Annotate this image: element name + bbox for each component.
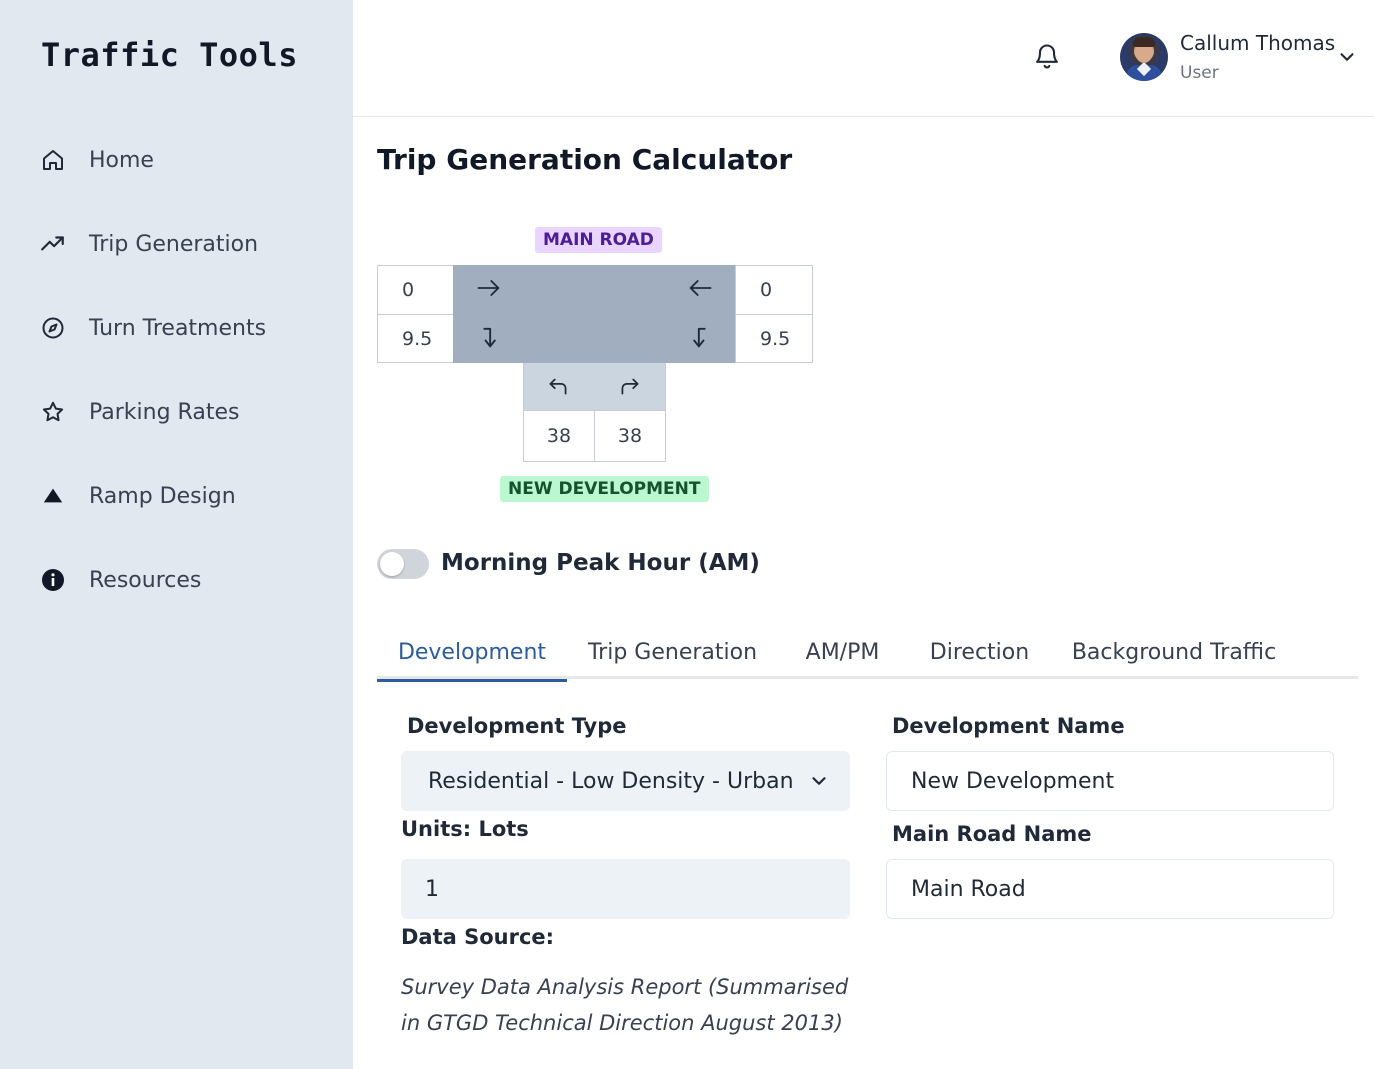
stem-left-cell: 38: [523, 410, 595, 462]
sidebar-item-trip-generation[interactable]: Trip Generation: [0, 202, 353, 286]
arrow-turn-down-right-icon: [475, 323, 503, 351]
peak-hour-label: Morning Peak Hour (AM): [441, 550, 760, 576]
arrow-turn-down-left-icon: [686, 323, 714, 351]
data-source-text: Survey Data Analysis Report (Summarised …: [401, 975, 849, 1035]
sidebar-item-ramp-design[interactable]: Ramp Design: [0, 454, 353, 538]
info-icon: [40, 567, 66, 593]
tab-development[interactable]: Development: [377, 625, 567, 682]
sidebar-item-label: Home: [89, 147, 154, 173]
left-through-cell: 0: [377, 265, 454, 315]
data-source-label: Data Source:: [401, 925, 555, 949]
sidebar-item-label: Resources: [89, 567, 202, 593]
sidebar-item-parking-rates[interactable]: Parking Rates: [0, 370, 353, 454]
right-through-cell: 0: [735, 265, 813, 315]
triangle-up-icon: [40, 483, 66, 509]
toggle-knob: [380, 552, 404, 576]
development-type-value: Residential - Low Density - Urban (Sydne…: [428, 768, 802, 794]
chevron-down-icon: [808, 770, 830, 792]
development-type-label: Development Type: [407, 714, 627, 738]
star-icon: [40, 399, 66, 425]
main-content: Trip Generation Calculator MAIN ROAD 0 9…: [353, 117, 1374, 1069]
notification-bell-icon[interactable]: [1033, 42, 1061, 70]
compass-icon: [40, 315, 66, 341]
development-name-label: Development Name: [892, 714, 1125, 738]
tab-bar: Development Trip Generation AM/PM Direct…: [377, 625, 1358, 682]
user-role: User: [1180, 63, 1219, 83]
development-name-input[interactable]: [886, 751, 1334, 811]
trending-up-icon: [40, 231, 66, 257]
sidebar-item-label: Turn Treatments: [89, 315, 267, 341]
units-input[interactable]: [401, 859, 850, 919]
top-header: Callum Thomas User: [353, 0, 1374, 117]
arrow-turn-left-icon: [545, 373, 573, 401]
main-road-name-label: Main Road Name: [892, 822, 1092, 846]
development-type-select[interactable]: Residential - Low Density - Urban (Sydne…: [401, 751, 850, 811]
units-label: Units: Lots: [401, 817, 529, 841]
new-development-label: NEW DEVELOPMENT: [500, 476, 709, 502]
sidebar-item-turn-treatments[interactable]: Turn Treatments: [0, 286, 353, 370]
right-turn-cell: 9.5: [735, 314, 813, 363]
tab-trip-generation[interactable]: Trip Generation: [567, 625, 778, 679]
stem-right-cell: 38: [594, 410, 666, 462]
peak-hour-toggle[interactable]: [377, 549, 429, 579]
chevron-down-icon[interactable]: [1336, 46, 1358, 68]
user-avatar[interactable]: [1120, 33, 1168, 81]
arrow-left-icon: [686, 274, 714, 302]
intersection-diagram: MAIN ROAD 0 9.5 0 9.5 38 38 NEW DEVELOPM…: [377, 227, 817, 507]
user-name[interactable]: Callum Thomas: [1180, 31, 1335, 55]
tab-am-pm[interactable]: AM/PM: [778, 625, 907, 679]
brand-logo[interactable]: Traffic Tools: [41, 36, 298, 74]
arrow-right-icon: [475, 274, 503, 302]
sidebar-nav: Home Trip Generation Turn Treatments Par…: [0, 118, 353, 622]
home-icon: [40, 147, 66, 173]
sidebar-item-label: Trip Generation: [89, 231, 259, 257]
tab-direction[interactable]: Direction: [907, 625, 1052, 679]
main-road-label: MAIN ROAD: [535, 227, 662, 253]
sidebar-item-label: Ramp Design: [89, 483, 236, 509]
left-turn-cell: 9.5: [377, 314, 454, 363]
main-road-name-input[interactable]: [886, 859, 1334, 919]
arrow-turn-right-icon: [617, 373, 645, 401]
sidebar-item-label: Parking Rates: [89, 399, 240, 425]
sidebar: Traffic Tools Home Trip Generation Turn …: [0, 0, 353, 1069]
tab-background-traffic[interactable]: Background Traffic: [1052, 625, 1296, 679]
page-title: Trip Generation Calculator: [377, 143, 793, 176]
sidebar-item-home[interactable]: Home: [0, 118, 353, 202]
sidebar-item-resources[interactable]: Resources: [0, 538, 353, 622]
